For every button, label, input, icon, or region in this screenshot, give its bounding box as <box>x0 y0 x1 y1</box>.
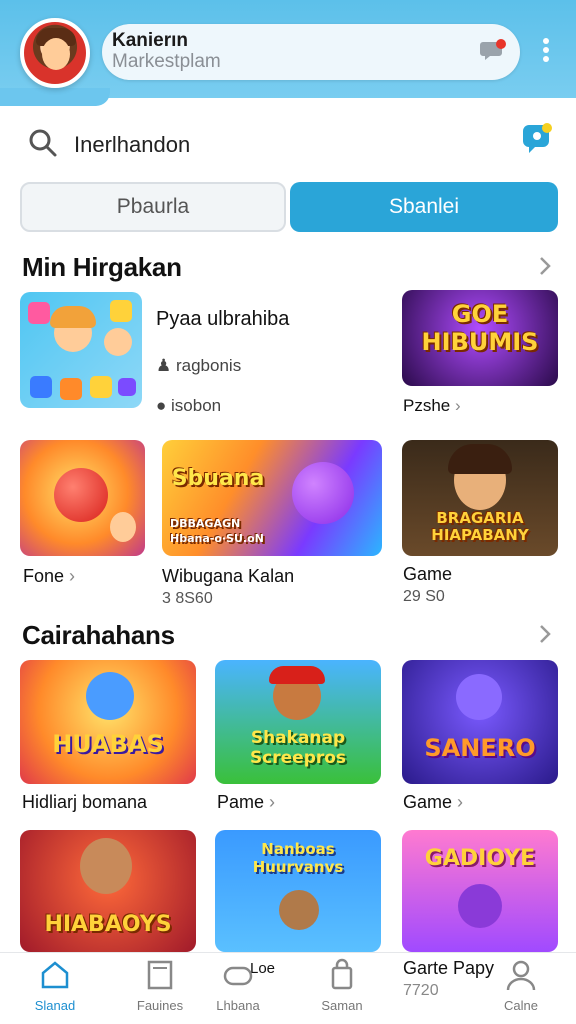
tile-art-text: GOE HIBUMIS <box>421 300 539 356</box>
search-icon[interactable] <box>28 128 58 158</box>
game-tile-gadioye[interactable]: GADIOYE <box>402 830 558 952</box>
search-input[interactable]: Inerlhandon <box>74 132 190 158</box>
nav-item-library[interactable]: Fauines <box>115 958 205 1013</box>
tile-label-fone[interactable]: Fone › <box>23 566 75 587</box>
game-tile-featured-right[interactable]: GOE HIBUMIS <box>402 290 558 386</box>
game-tile-hiabaoys[interactable]: HIABAOYS <box>20 830 196 952</box>
avatar-face <box>42 38 70 70</box>
app-title: Kanierın <box>112 30 189 51</box>
tile-art-text: BRAGARIA HIAPABANY <box>431 509 529 544</box>
game-tile-game[interactable]: BRAGARIA HIAPABANY <box>402 440 558 556</box>
user-icon: ♟ <box>156 356 172 375</box>
tile-label-wibugana[interactable]: Wibugana Kalan <box>162 566 294 587</box>
chevron-right-icon: › <box>454 396 461 415</box>
nav-item-games[interactable]: Lhbana <box>193 958 283 1013</box>
nav-item-profile[interactable]: Calne <box>476 958 566 1013</box>
side-label[interactable]: Pzshe › <box>403 396 461 416</box>
segment-right-tab[interactable]: Sbanlei <box>290 182 558 232</box>
tile-label-pame[interactable]: Pame › <box>217 792 275 813</box>
avatar[interactable] <box>20 18 90 88</box>
game-tile-wibugana[interactable]: Sbuana DBBAGAGN Hbana-o·SU.oN <box>162 440 382 556</box>
game-tile-nanboas[interactable]: Nanboas Huurvanvs <box>215 830 381 952</box>
nav-item-home[interactable]: Slanad <box>10 958 100 1013</box>
game-tile-hidliarj[interactable]: HUABAS <box>20 660 196 784</box>
chevron-right-icon: › <box>452 792 464 812</box>
segment-left-tab[interactable]: Pbaurla <box>20 182 286 232</box>
tile-art-text: SANERO <box>424 734 536 762</box>
featured-meta-1: ♟ ragbonis <box>156 356 242 375</box>
title-bar: Kanierın Markestplam <box>102 24 520 80</box>
bag-icon <box>331 958 353 990</box>
tile-art-text: GADIOYE <box>424 846 536 871</box>
section-title-1: Min Hirgakan <box>22 252 182 282</box>
chevron-right-icon[interactable] <box>538 624 552 644</box>
nav-item-store[interactable]: Saman <box>297 958 387 1013</box>
app-subtitle: Markestplam <box>112 51 221 72</box>
tile-label-hidliarj[interactable]: Hidliarj bomana <box>22 792 147 813</box>
tile-art-text: HUABAS <box>52 730 164 758</box>
game-tile-fone[interactable] <box>20 440 145 556</box>
home-icon <box>41 961 69 989</box>
tile-sub-garte: 7720 <box>403 982 439 999</box>
game-tile-pame[interactable]: Shakanap Screepros <box>215 660 381 784</box>
featured-title[interactable]: Pyaa ulbrahiba <box>156 308 289 331</box>
tile-label-game-2[interactable]: Game › <box>403 792 463 813</box>
featured-meta-2: ● isobon <box>156 396 222 415</box>
library-icon <box>147 960 173 990</box>
tile-art-subtext: DBBAGAGN Hbana-o·SU.oN <box>170 517 264 545</box>
section-title-2: Cairahahans <box>22 620 175 650</box>
tile-art-text: HIABAOYS <box>44 912 172 937</box>
tile-art-text: Nanboas Huurvanvs <box>252 840 344 876</box>
tile-art-text: Shakanap Screepros <box>249 728 347 768</box>
tile-label-game[interactable]: Game <box>403 564 452 585</box>
more-options-icon[interactable] <box>538 38 554 66</box>
profile-icon <box>506 960 536 991</box>
game-tile-game-2[interactable]: SANERO <box>402 660 558 784</box>
chat-icon[interactable] <box>480 38 506 62</box>
message-icon[interactable] <box>519 123 555 159</box>
tile-art-text: Sbuana <box>171 466 265 491</box>
chevron-right-icon: › <box>64 566 76 586</box>
header-accent <box>0 88 110 106</box>
tile-sub-wibugana: 3 8S60 <box>162 590 213 607</box>
pin-icon: ● <box>156 396 167 415</box>
featured-game-tile[interactable] <box>20 292 142 408</box>
controller-icon <box>223 966 253 986</box>
tile-sub-game: 29 S0 <box>403 588 445 605</box>
chevron-right-icon: › <box>264 792 276 812</box>
chevron-right-icon[interactable] <box>538 256 552 276</box>
